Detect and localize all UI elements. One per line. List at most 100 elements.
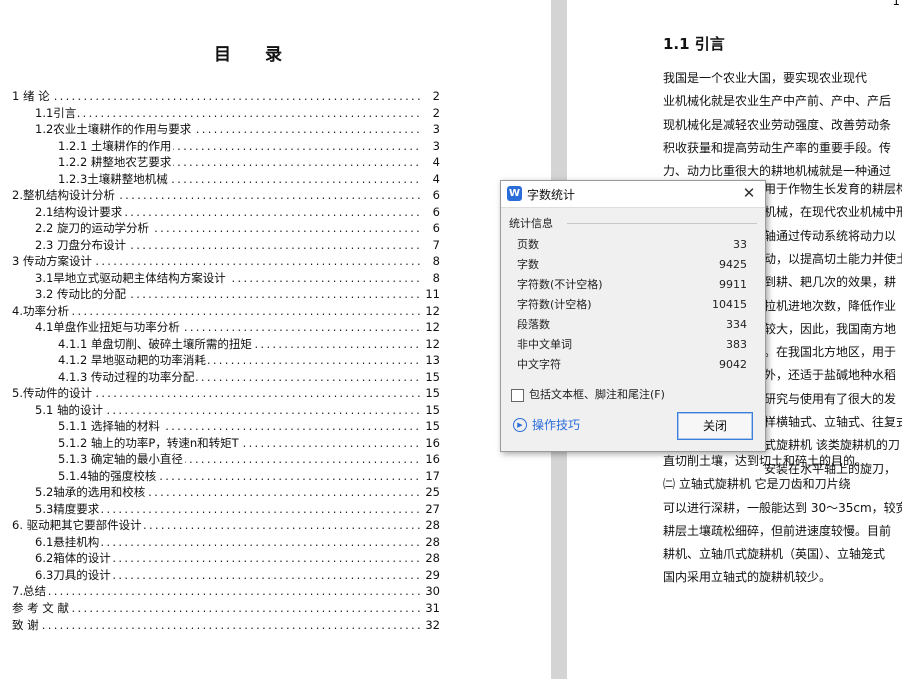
toc-entry[interactable]: ........................................… <box>58 352 440 368</box>
body-text-line: 我国是一个农业大国，要实现农业现代 <box>663 71 868 85</box>
toc-entry-label: 参 考 文 献 <box>12 600 71 616</box>
toc-entry[interactable]: ........................................… <box>12 517 440 533</box>
toc-entry-page: 15 <box>422 369 440 385</box>
body-text-line-partial: 拉机进地次数，降低作业 <box>764 298 897 313</box>
toc-entry[interactable]: ........................................… <box>58 138 440 154</box>
toc-entry-label: 5.1.3 确定轴的最小直径 <box>58 451 185 467</box>
include-textbox-checkbox[interactable] <box>511 389 524 402</box>
toc-entry-label: 致 谢 <box>12 617 41 633</box>
play-circle-icon: ▶ <box>513 418 527 432</box>
toc-entry-label: 1.2.2 耕整地农艺要求 <box>58 154 174 170</box>
toc-entry[interactable]: ........................................… <box>35 121 440 137</box>
stat-label: 字符数(计空格) <box>517 298 592 311</box>
toc-entry[interactable]: ........................................… <box>58 171 440 187</box>
toc-entry[interactable]: ........................................… <box>12 253 440 269</box>
close-icon[interactable]: ✕ <box>741 184 757 202</box>
toc-entry[interactable]: ........................................… <box>12 385 440 401</box>
body-text-line-partial: 较大，因此，我国南方地 <box>764 321 897 336</box>
stat-label: 页数 <box>517 238 539 251</box>
toc-entry[interactable]: ........................................… <box>12 583 440 599</box>
toc-entry[interactable]: ........................................… <box>12 600 440 616</box>
toc-leader-dots: ........................................… <box>12 304 420 318</box>
toc-entry[interactable]: ........................................… <box>12 88 440 104</box>
toc-entry-label: 5.1 轴的设计 <box>35 402 105 418</box>
toc-entry-page: 8 <box>422 253 440 269</box>
dialog-titlebar[interactable]: W 字数统计 ✕ <box>501 181 765 208</box>
toc-entry[interactable]: ........................................… <box>58 154 440 170</box>
toc-entry-label: 2.2 旋刀的运动学分析 <box>35 220 151 236</box>
toc-leader-dots: ........................................… <box>35 106 420 120</box>
toc-leader-dots: ........................................… <box>12 618 420 632</box>
toc-entry[interactable]: ........................................… <box>35 402 440 418</box>
body-text-line-partial: 样横轴式、立轴式、往复式 <box>764 415 902 429</box>
toc-entry-page: 12 <box>422 303 440 319</box>
dialog-title: 字数统计 <box>527 188 576 202</box>
toc-entry-page: 16 <box>422 451 440 467</box>
toc-entry[interactable]: ........................................… <box>35 534 440 550</box>
stat-value: 9042 <box>719 358 747 371</box>
toc-entry-label: 3.2 传动比的分配 <box>35 286 128 302</box>
page-corner-mark: 1 <box>892 0 900 8</box>
body-text-line: 可以进行深耕，一般能达到 30～35cm，较宽 <box>663 501 902 515</box>
toc-entry[interactable]: ........................................… <box>35 237 440 253</box>
toc-entry-label: 2.1结构设计要求 <box>35 204 125 220</box>
toc-entry[interactable]: ........................................… <box>35 204 440 220</box>
toc-entry-page: 12 <box>422 319 440 335</box>
toc-entry[interactable]: ........................................… <box>58 336 440 352</box>
toc-entry[interactable]: ........................................… <box>35 567 440 583</box>
toc-entry[interactable]: ........................................… <box>35 286 440 302</box>
include-textbox-label[interactable]: 包括文本框、脚注和尾注(F) <box>529 387 665 403</box>
tips-label[interactable]: 操作技巧 <box>532 417 580 433</box>
toc-entry-page: 25 <box>422 484 440 500</box>
body-text-line: 国内采用立轴式的旋耕机较少。 <box>663 570 832 584</box>
toc-entry-page: 12 <box>422 336 440 352</box>
toc-entry-label: 6.2箱体的设计 <box>35 550 113 566</box>
wps-writer-icon: W <box>507 186 522 201</box>
toc-entry-page: 28 <box>422 517 440 533</box>
body-text-line-partial: 动，以提高切土能力并使土 <box>764 251 902 266</box>
toc-entry-label: 1 绪 论 <box>12 88 52 104</box>
toc-entry[interactable]: ........................................… <box>35 484 440 500</box>
stat-row: 字数 9425 <box>517 256 747 274</box>
toc-entry-page: 7 <box>422 237 440 253</box>
stat-row: 中文字符 9042 <box>517 356 747 374</box>
toc-entry[interactable]: ........................................… <box>35 550 440 566</box>
toc-entry-page: 29 <box>422 567 440 583</box>
toc-entry-label: 5.1.4轴的强度校核 <box>58 468 159 484</box>
toc-entry[interactable]: ........................................… <box>58 418 440 434</box>
toc-entry[interactable]: ........................................… <box>35 319 440 335</box>
toc-leader-dots: ........................................… <box>12 584 420 598</box>
body-text-line: 现机械化是减轻农业劳动强度、改善劳动条 <box>663 118 892 132</box>
toc-entry-label: 6.3刀具的设计 <box>35 567 113 583</box>
toc-entry[interactable]: ........................................… <box>35 220 440 236</box>
toc-entry[interactable]: ........................................… <box>58 369 440 385</box>
toc-entry-page: 3 <box>422 121 440 137</box>
toc-entry-page: 6 <box>422 220 440 236</box>
toc-entry[interactable]: ........................................… <box>12 303 440 319</box>
toc-entry-label: 5.传动件的设计 <box>12 385 94 401</box>
toc-entry[interactable]: ........................................… <box>12 187 440 203</box>
body-text-line: ㈡ 立轴式旋耕机 它是刀齿和刀片绕 <box>663 477 851 491</box>
toc-entry[interactable]: ........................................… <box>35 501 440 517</box>
toc-entry[interactable]: ........................................… <box>12 617 440 633</box>
stat-label: 非中文单词 <box>517 338 572 351</box>
close-button[interactable]: 关闭 <box>677 412 753 440</box>
toc-entry-page: 15 <box>422 402 440 418</box>
stat-label: 字数 <box>517 258 539 271</box>
toc-entry[interactable]: ........................................… <box>58 468 440 484</box>
toc-entry[interactable]: ........................................… <box>35 105 440 121</box>
toc-entry-page: 3 <box>422 138 440 154</box>
toc-entry-label: 1.2农业土壤耕作的作用与要求 <box>35 121 194 137</box>
toc-entry[interactable]: ........................................… <box>35 270 440 286</box>
stat-value: 33 <box>733 238 747 251</box>
toc-entry[interactable]: ........................................… <box>58 451 440 467</box>
toc-entry[interactable]: ........................................… <box>58 435 440 451</box>
toc-leader-dots: ........................................… <box>12 601 420 615</box>
document-page-toc: 目 录 ....................................… <box>0 0 551 679</box>
stat-value: 10415 <box>712 298 747 311</box>
toc-entry-page: 31 <box>422 600 440 616</box>
toc-entry-page: 13 <box>422 352 440 368</box>
toc-entry-page: 28 <box>422 550 440 566</box>
toc-entry-label: 5.2轴承的选用和校核 <box>35 484 148 500</box>
toc-title: 目 录 <box>214 45 296 65</box>
